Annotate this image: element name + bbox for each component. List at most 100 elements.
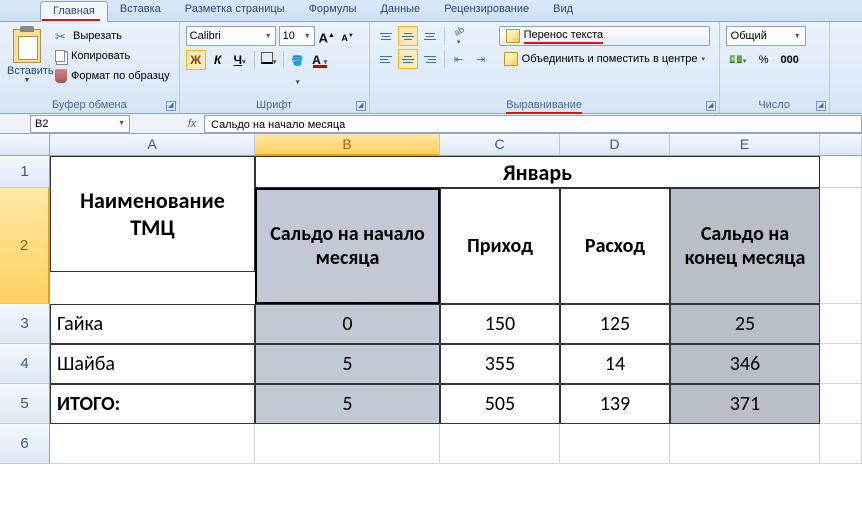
cell-a1[interactable]: Наименование ТМЦ: [50, 156, 255, 272]
tab-label: Разметка страницы: [185, 3, 285, 15]
font-color-button[interactable]: A ▾: [310, 50, 330, 70]
cell-e4[interactable]: 346: [670, 344, 820, 384]
decrease-indent-button[interactable]: ⇤: [449, 49, 469, 69]
format-painter-button[interactable]: Формат по образцу: [52, 66, 173, 86]
paste-button[interactable]: Вставить ▼: [6, 26, 48, 92]
row-header-1[interactable]: 1: [0, 156, 50, 188]
cell-b4[interactable]: 5: [255, 344, 440, 384]
cell-d6[interactable]: [560, 424, 670, 464]
cell-a5[interactable]: ИТОГО:: [50, 384, 255, 424]
underline-button[interactable]: Ч▾: [230, 50, 250, 70]
cell-c3[interactable]: 150: [440, 304, 560, 344]
cell-d4[interactable]: 14: [560, 344, 670, 384]
tab-view[interactable]: Вид: [541, 0, 585, 21]
dialog-launcher-icon[interactable]: ◢: [706, 101, 716, 111]
cell-c2[interactable]: Приход: [440, 188, 560, 304]
cell-b2[interactable]: Сальдо на начало месяца: [255, 188, 440, 304]
row-header-3[interactable]: 3: [0, 304, 50, 344]
font-name-select[interactable]: Calibri ▼: [186, 26, 276, 46]
cell-f3[interactable]: [820, 304, 862, 344]
bold-button[interactable]: Ж: [186, 50, 206, 70]
align-right-button[interactable]: [420, 49, 440, 69]
cell-f5[interactable]: [820, 384, 862, 424]
cell-c4[interactable]: 355: [440, 344, 560, 384]
row-header-6[interactable]: 6: [0, 424, 50, 464]
row-header-5[interactable]: 5: [0, 384, 50, 424]
cell-a6[interactable]: [50, 424, 255, 464]
copy-button[interactable]: Копировать: [52, 46, 173, 66]
borders-button[interactable]: ▾: [259, 50, 279, 70]
tab-pagelayout[interactable]: Разметка страницы: [173, 0, 297, 21]
align-center-button[interactable]: [398, 49, 418, 69]
row-header-4[interactable]: 4: [0, 344, 50, 384]
cell-f6[interactable]: [820, 424, 862, 464]
wrap-text-button[interactable]: Перенос текста: [499, 26, 710, 46]
row-header-2[interactable]: 2: [0, 188, 50, 304]
merge-center-button[interactable]: Объединить и поместить в центре ▾: [499, 49, 710, 69]
cell-b5[interactable]: 5: [255, 384, 440, 424]
tab-insert[interactable]: Вставка: [108, 0, 173, 21]
align-top-button[interactable]: [376, 26, 396, 46]
cell-c6[interactable]: [440, 424, 560, 464]
cell-e3[interactable]: 25: [670, 304, 820, 344]
spreadsheet-grid[interactable]: A B C D E 1 Наименование ТМЦ Январь 2 Са…: [0, 134, 862, 464]
cell-e2[interactable]: Сальдо на конец месяца: [670, 188, 820, 304]
col-header-a[interactable]: A: [50, 134, 255, 156]
dialog-launcher-icon[interactable]: ◢: [356, 101, 366, 111]
cell-f1[interactable]: [820, 156, 862, 188]
dialog-launcher-icon[interactable]: ◢: [816, 101, 826, 111]
tab-formulas[interactable]: Формулы: [297, 0, 369, 21]
paste-icon: [13, 29, 41, 63]
shrink-font-button[interactable]: A▼: [339, 27, 357, 45]
cell-a3[interactable]: Гайка: [50, 304, 255, 344]
merge-label: Объединить и поместить в центре: [522, 53, 698, 65]
cell-d2[interactable]: Расход: [560, 188, 670, 304]
cell-b1[interactable]: Январь: [255, 156, 820, 188]
number-format-select[interactable]: Общий ▼: [726, 26, 806, 46]
currency-button[interactable]: 💵▾: [726, 50, 750, 70]
increase-indent-button[interactable]: ⇥: [471, 49, 491, 69]
group-alignment: ab▾ ⇤ ⇥ Перенос текста Объединить и поме…: [370, 22, 720, 113]
cut-button[interactable]: ✂ Вырезать: [52, 26, 173, 46]
ribbon: Вставить ▼ ✂ Вырезать Копировать Формат …: [0, 22, 862, 114]
cell-d5[interactable]: 139: [560, 384, 670, 424]
cell-b6[interactable]: [255, 424, 440, 464]
grow-font-button[interactable]: A▲: [318, 27, 336, 45]
cell-f2[interactable]: [820, 188, 862, 304]
group-label: Число: [720, 99, 829, 111]
cell-f4[interactable]: [820, 344, 862, 384]
group-clipboard: Вставить ▼ ✂ Вырезать Копировать Формат …: [0, 22, 180, 113]
cell-e5[interactable]: 371: [670, 384, 820, 424]
select-all-corner[interactable]: [0, 134, 50, 156]
cell-e6[interactable]: [670, 424, 820, 464]
font-size-value: 10: [283, 30, 295, 42]
tab-data[interactable]: Данные: [368, 0, 432, 21]
name-box[interactable]: B2 ▼: [30, 115, 130, 133]
chevron-down-icon: ▼: [794, 33, 801, 40]
formula-input[interactable]: Сальдо на начало месяца: [204, 115, 862, 133]
align-middle-button[interactable]: [398, 26, 418, 46]
fill-color-button[interactable]: 🪣 ▾: [288, 50, 308, 70]
italic-button[interactable]: К: [208, 50, 228, 70]
dialog-launcher-icon[interactable]: ◢: [166, 101, 176, 111]
col-header-e[interactable]: E: [670, 134, 820, 156]
cell-a4[interactable]: Шайба: [50, 344, 255, 384]
align-left-button[interactable]: [376, 49, 396, 69]
font-size-select[interactable]: 10 ▼: [279, 26, 315, 46]
cell-d3[interactable]: 125: [560, 304, 670, 344]
cell-b3[interactable]: 0: [255, 304, 440, 344]
comma-button[interactable]: 000: [778, 50, 802, 70]
fx-icon[interactable]: fx: [180, 118, 204, 130]
col-header-d[interactable]: D: [560, 134, 670, 156]
group-label: Выравнивание: [370, 99, 719, 111]
orientation-button[interactable]: ab▾: [449, 26, 469, 46]
align-bottom-button[interactable]: [420, 26, 440, 46]
col-header-f[interactable]: [820, 134, 862, 156]
percent-button[interactable]: %: [752, 50, 776, 70]
name-box-value: B2: [35, 118, 48, 130]
tab-review[interactable]: Рецензирование: [432, 0, 541, 21]
group-label: Буфер обмена: [0, 99, 179, 111]
cell-c5[interactable]: 505: [440, 384, 560, 424]
col-header-b[interactable]: B: [255, 134, 440, 156]
col-header-c[interactable]: C: [440, 134, 560, 156]
